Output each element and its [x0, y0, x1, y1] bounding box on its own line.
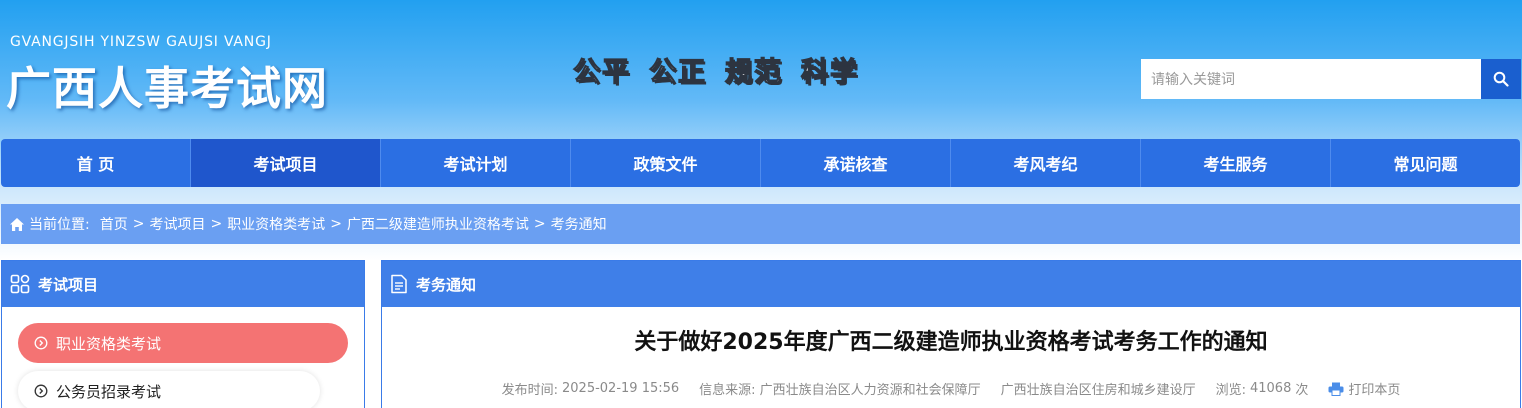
breadcrumb-link-professional-exams[interactable]: 职业资格类考试	[227, 214, 325, 234]
slogan-word: 公正	[648, 56, 707, 88]
main-nav: 首 页 考试项目 考试计划 政策文件 承诺核查 考风考纪 考生服务 常见问题	[1, 139, 1520, 187]
breadcrumb-separator: >	[132, 216, 145, 232]
slogan-word: 规范	[724, 56, 783, 88]
source-label: 信息来源:	[699, 383, 756, 398]
source-2: 广西壮族自治区住房和城乡建设厅	[1000, 383, 1196, 398]
search-box	[1141, 59, 1521, 99]
breadcrumb-separator: >	[330, 216, 342, 232]
print-label: 打印本页	[1348, 383, 1401, 398]
article-panel-header: 考务通知	[382, 261, 1520, 307]
breadcrumb-link-home[interactable]: 首页	[100, 214, 128, 234]
home-icon	[9, 217, 25, 232]
article-meta: 发布时间: 2025-02-19 15:56 信息来源: 广西壮族自治区人力资源…	[382, 379, 1520, 398]
search-button[interactable]	[1481, 59, 1521, 99]
print-button[interactable]: 打印本页	[1328, 379, 1400, 398]
printer-icon	[1328, 382, 1344, 396]
breadcrumb-separator: >	[533, 216, 546, 232]
circle-chevron-icon	[34, 336, 48, 350]
breadcrumb-link-constructor-exam[interactable]: 广西二级建造师执业资格考试	[347, 214, 529, 234]
slogan-word: 公平	[572, 56, 631, 88]
sidebar-item-label: 公务员招录考试	[56, 382, 162, 401]
breadcrumb-separator: >	[210, 216, 223, 232]
sidebar-item-civil-service-exams[interactable]: 公务员招录考试	[18, 371, 320, 408]
logo-english-text: GVANGJSIH YINZSW GAUJSI VANGJ	[10, 34, 272, 50]
views-unit: 次	[1295, 383, 1309, 398]
breadcrumb-prefix: 当前位置:	[29, 217, 90, 233]
sidebar: 考试项目 职业资格类考试 公务员招录考试	[1, 260, 365, 408]
article-title: 关于做好2025年度广西二级建造师执业资格考试考务工作的通知	[634, 330, 1268, 355]
nav-item-home[interactable]: 首 页	[1, 139, 191, 187]
nav-item-exam-projects[interactable]: 考试项目	[191, 139, 381, 187]
views-label: 浏览:	[1215, 383, 1246, 398]
breadcrumb: 当前位置: 首页 > 考试项目 > 职业资格类考试 > 广西二级建造师执业资格考…	[1, 204, 1520, 244]
nav-item-exam-discipline[interactable]: 考风考纪	[951, 139, 1141, 187]
breadcrumb-link-exam-notices[interactable]: 考务通知	[551, 214, 607, 234]
nav-item-candidate-service[interactable]: 考生服务	[1141, 139, 1331, 187]
sidebar-header: 考试项目	[2, 261, 364, 307]
publish-time: 2025-02-19 15:56	[562, 381, 680, 396]
circle-chevron-icon	[34, 384, 48, 398]
slogan: 公平 公正 规范 科学	[572, 50, 859, 89]
sidebar-item-label: 职业资格类考试	[56, 334, 162, 353]
sidebar-item-professional-exams[interactable]: 职业资格类考试	[18, 323, 348, 363]
site-logo[interactable]: 广西人事考试网	[6, 52, 328, 117]
nav-item-policy[interactable]: 政策文件	[571, 139, 761, 187]
nav-item-faq[interactable]: 常见问题	[1331, 139, 1520, 187]
breadcrumb-link-exam-projects[interactable]: 考试项目	[149, 214, 205, 234]
section-title: 考务通知	[416, 275, 477, 294]
document-icon	[391, 274, 407, 294]
page: GVANGJSIH YINZSW GAUJSI VANGJ 广西人事考试网 公平…	[0, 0, 1522, 408]
search-input[interactable]	[1141, 59, 1481, 99]
search-icon	[1493, 71, 1509, 87]
nav-item-exam-plan[interactable]: 考试计划	[381, 139, 571, 187]
sidebar-title: 考试项目	[38, 275, 99, 294]
grid-icon	[10, 274, 30, 294]
nav-item-commitment-check[interactable]: 承诺核查	[761, 139, 951, 187]
site-header: GVANGJSIH YINZSW GAUJSI VANGJ 广西人事考试网 公平…	[0, 0, 1522, 138]
slogan-word: 科学	[800, 56, 859, 88]
article-panel: 考务通知 关于做好2025年度广西二级建造师执业资格考试考务工作的通知 发布时间…	[381, 260, 1521, 408]
source-1: 广西壮族自治区人力资源和社会保障厅	[759, 383, 981, 398]
publish-time-label: 发布时间:	[501, 383, 559, 398]
views-count: 41068	[1249, 381, 1292, 396]
